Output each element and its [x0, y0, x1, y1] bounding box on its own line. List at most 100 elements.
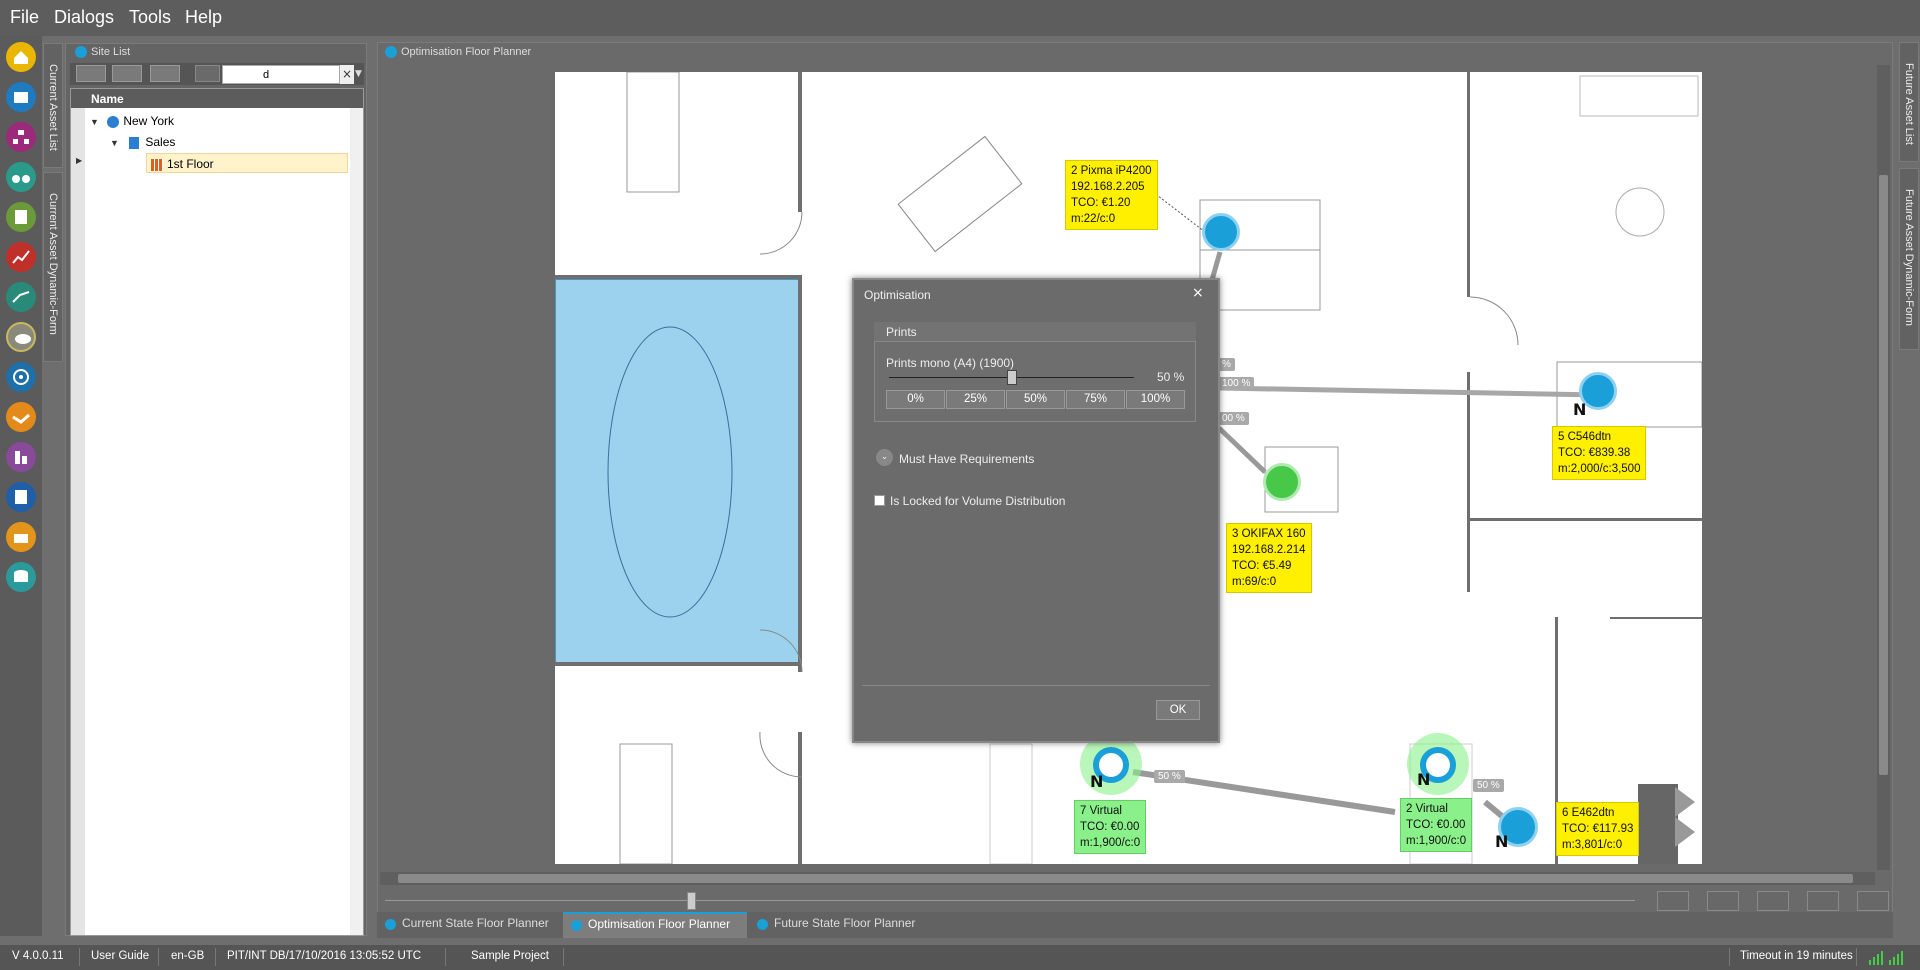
briefcase-icon[interactable]	[6, 522, 36, 552]
dialog-close-icon[interactable]: ×	[1192, 285, 1204, 301]
document-icon[interactable]	[6, 482, 36, 512]
new-device-marker: N	[1417, 770, 1431, 789]
target-icon[interactable]	[6, 362, 36, 392]
tab-future-asset-dynamic-form[interactable]: Future Asset Dynamic-Form	[1899, 168, 1919, 350]
chart-icon[interactable]	[6, 242, 36, 272]
optimisation-dialog: Optimisation × Prints Prints mono (A4) (…	[852, 278, 1220, 743]
device-tooltip-e462: 6 E462dtn TCO: €117.93 m:3,801/c:0	[1556, 802, 1640, 856]
left-toolbar	[0, 36, 42, 936]
add-icon[interactable]	[112, 65, 142, 82]
scroll-icon[interactable]	[6, 202, 36, 232]
settings-gear-icon[interactable]	[1857, 891, 1889, 911]
dialog-title: Optimisation	[864, 288, 931, 302]
chevron-down-icon[interactable]: ⌄	[876, 449, 893, 466]
save-icon[interactable]	[1757, 891, 1789, 911]
connection-percent-label: %	[1218, 358, 1235, 371]
tree-scrollbar[interactable]	[350, 108, 363, 935]
menu-tools[interactable]: Tools	[129, 7, 171, 28]
pixma-printer-icon[interactable]	[1202, 213, 1240, 251]
binoculars-icon[interactable]	[6, 162, 36, 192]
tab-icon	[385, 919, 396, 930]
tab-icon	[571, 920, 582, 931]
device-tooltip-virtual7: 7 Virtual TCO: €0.00 m:1,900/c:0	[1074, 800, 1147, 854]
locked-checkbox-label: Is Locked for Volume Distribution	[890, 494, 1066, 508]
trend-icon[interactable]	[6, 282, 36, 312]
device-tooltip-virtual2: 2 Virtual TCO: €0.00 m:1,900/c:0	[1400, 798, 1473, 852]
menu-help[interactable]: Help	[185, 7, 222, 28]
timeout-label: Timeout in 19 minutes	[1740, 950, 1853, 962]
signal-strength-icon	[1867, 948, 1907, 966]
buildings-icon[interactable]	[6, 442, 36, 472]
tab-future-state-floor-planner[interactable]: Future State Floor Planner	[749, 912, 933, 938]
eye-icon[interactable]	[6, 322, 36, 352]
tab-current-asset-list[interactable]: Current Asset List	[43, 43, 63, 168]
refresh-icon[interactable]	[76, 65, 106, 82]
planner-tabs: Current State Floor Planner Optimisation…	[377, 912, 1893, 938]
connection-percent-label: 50 %	[1473, 779, 1504, 792]
locked-checkbox[interactable]	[874, 495, 885, 506]
new-device-marker: N	[1090, 772, 1104, 791]
tree-item-sales[interactable]: ▼ Sales	[110, 132, 350, 152]
prints-section-header	[874, 322, 1196, 342]
floor-icon	[151, 158, 163, 171]
site-search-input[interactable]	[222, 65, 340, 84]
tab-current-asset-dynamic-form[interactable]: Current Asset Dynamic-Form	[43, 172, 63, 362]
vertical-scrollbar[interactable]	[1877, 65, 1890, 870]
vertical-scroll-thumb[interactable]	[1879, 175, 1888, 775]
tree-item-1st-floor[interactable]: 1st Floor	[146, 153, 348, 173]
preset-75-button[interactable]: 75%	[1066, 390, 1125, 409]
status-bar: V 4.0.0.11 User Guide en-GB PIT/INT DB/1…	[0, 945, 1920, 970]
tab-optimisation-floor-planner[interactable]: Optimisation Floor Planner	[563, 912, 747, 938]
device-tooltip-c546: 5 C546dtn TCO: €839.38 m:2,000/c:3,500	[1552, 426, 1647, 480]
dialog-divider	[862, 685, 1210, 686]
horizontal-scrollbar[interactable]	[380, 872, 1875, 885]
grid-icon[interactable]	[150, 65, 180, 82]
export-image-icon[interactable]	[1807, 891, 1839, 911]
okifax-fax-icon[interactable]	[1263, 463, 1301, 501]
building-icon	[129, 136, 140, 149]
tab-current-state-floor-planner[interactable]: Current State Floor Planner	[377, 912, 561, 938]
connection-percent-label: 00 %	[1218, 412, 1249, 425]
globe-icon	[107, 115, 120, 128]
slider-label: Prints mono (A4) (1900)	[886, 356, 1015, 370]
preset-25-button[interactable]: 25%	[946, 390, 1005, 409]
remove-icon[interactable]	[195, 65, 220, 82]
menu-file[interactable]: File	[10, 7, 39, 28]
tab-future-asset-list[interactable]: Future Asset List	[1899, 42, 1919, 162]
device-tooltip-okifax: 3 OKIFAX 160 192.168.2.214 TCO: €5.49 m:69/…	[1226, 523, 1312, 593]
fit-view-icon[interactable]	[1657, 891, 1689, 911]
home-icon[interactable]	[6, 42, 36, 72]
tree-row-gutter	[71, 108, 85, 935]
connection-percent-label: 50 %	[1154, 770, 1185, 783]
zoom-slider-handle[interactable]	[687, 892, 696, 910]
site-list-title: Site List	[75, 46, 130, 59]
new-device-marker: N	[1495, 832, 1509, 851]
preset-100-button[interactable]: 100%	[1126, 390, 1185, 409]
tree-item-new-york[interactable]: ▼ New York	[90, 111, 350, 131]
tree-column-header: Name	[71, 89, 363, 108]
clear-search-icon[interactable]: ×	[340, 65, 354, 84]
menu-dialogs[interactable]: Dialogs	[54, 7, 114, 28]
globe-icon	[75, 46, 87, 59]
preset-50-button[interactable]: 50%	[1006, 390, 1065, 409]
dropdown-arrow-icon[interactable]: ▼	[355, 65, 365, 84]
print-icon[interactable]	[1707, 891, 1739, 911]
device-tooltip-pixma: 2 Pixma iP4200 192.168.2.205 TCO: €1.20 m:2…	[1065, 160, 1158, 230]
handshake-icon[interactable]	[6, 402, 36, 432]
zoom-slider-track[interactable]	[385, 900, 1635, 901]
must-have-requirements-expander[interactable]: Must Have Requirements	[899, 452, 1034, 466]
prints-slider-handle[interactable]	[1006, 370, 1017, 385]
version-label: V 4.0.0.11	[12, 950, 64, 962]
new-device-marker: N	[1573, 400, 1587, 419]
row-expand-arrow-icon[interactable]: ▶	[76, 156, 82, 165]
site-tree	[70, 88, 364, 936]
project-label: Sample Project	[471, 950, 549, 962]
preset-0-button[interactable]: 0%	[886, 390, 945, 409]
user-guide-link[interactable]: User Guide	[91, 950, 149, 962]
prints-section-title: Prints	[886, 325, 917, 339]
database-icon[interactable]	[6, 562, 36, 592]
folder-icon[interactable]	[6, 82, 36, 112]
hierarchy-icon[interactable]	[6, 122, 36, 152]
ok-button[interactable]: OK	[1156, 700, 1200, 720]
horizontal-scroll-thumb[interactable]	[398, 874, 1853, 883]
